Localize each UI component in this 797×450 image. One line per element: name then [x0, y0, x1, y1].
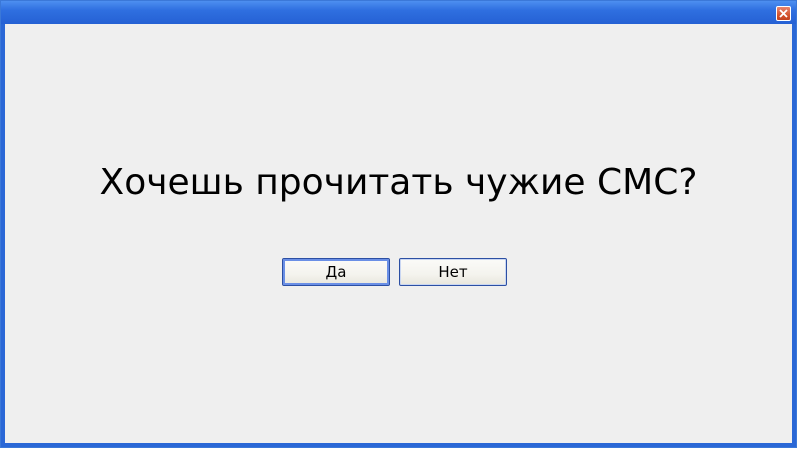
dialog-body: Хочешь прочитать чужие СМС? Да Нет: [5, 24, 792, 443]
close-button[interactable]: [776, 6, 791, 21]
yes-button[interactable]: Да: [282, 258, 390, 286]
dialog-window: Хочешь прочитать чужие СМС? Да Нет: [0, 0, 797, 448]
question-text: Хочешь прочитать чужие СМС?: [99, 162, 698, 203]
close-icon: [779, 9, 788, 18]
no-button[interactable]: Нет: [399, 258, 507, 286]
title-bar[interactable]: [1, 1, 796, 24]
